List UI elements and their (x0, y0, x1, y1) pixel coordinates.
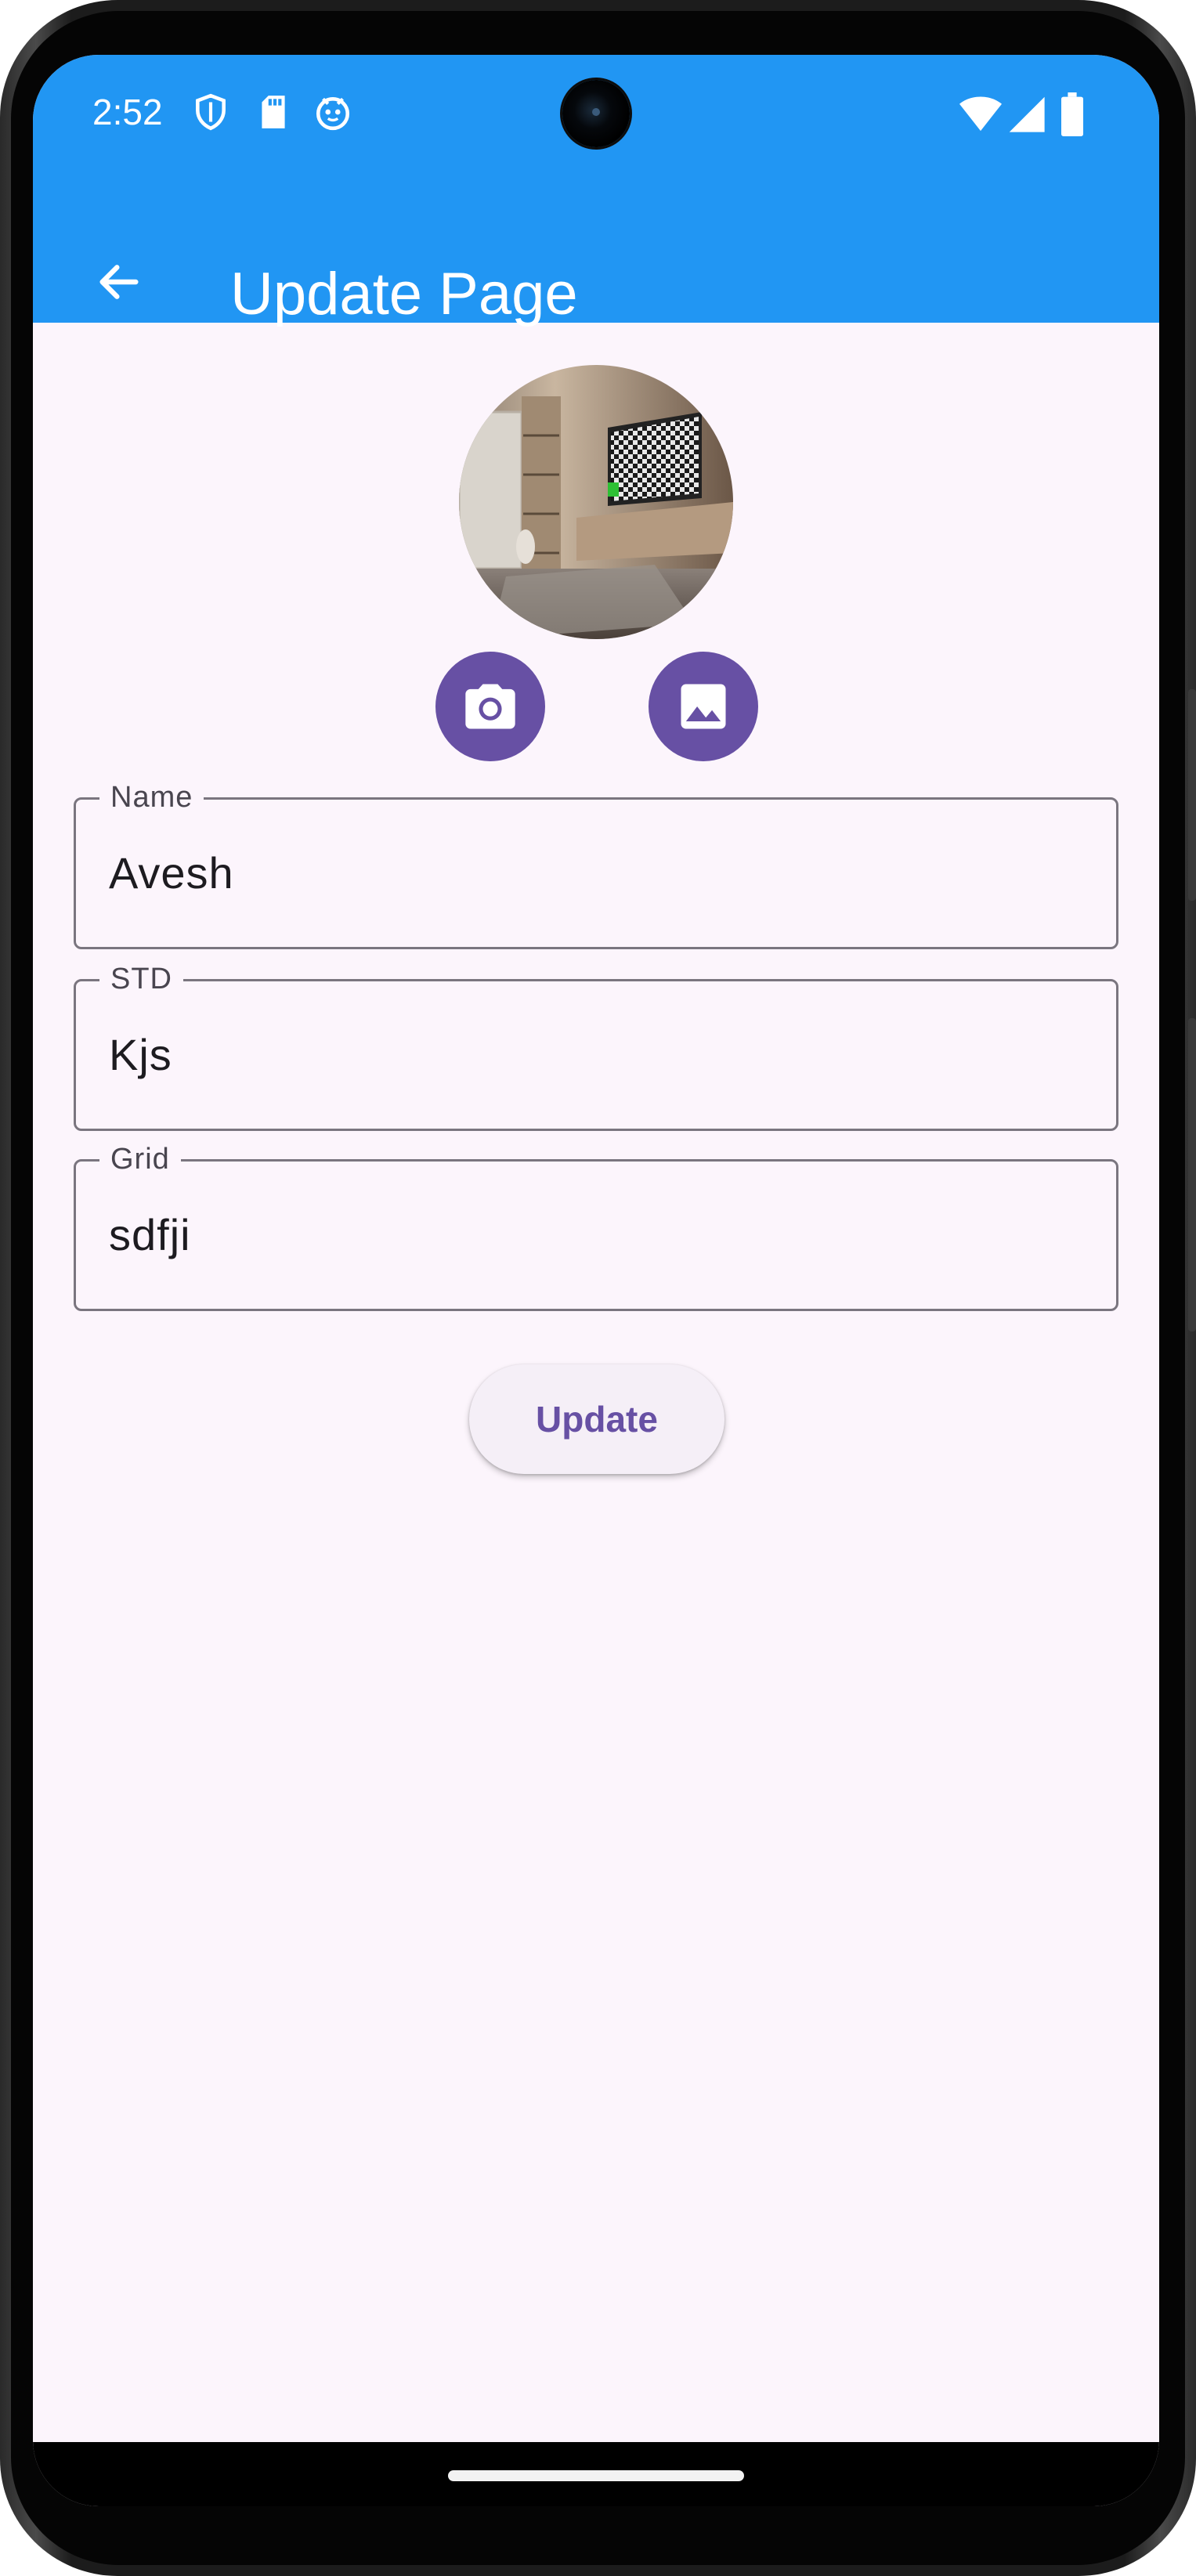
phone-frame: 2:52 Update Page Name Avesh STD Kjs Grid… (0, 0, 1196, 2576)
gallery-button[interactable] (649, 652, 758, 761)
app-notification-icon (313, 92, 352, 132)
gallery-icon (674, 677, 733, 736)
camera-icon (461, 677, 520, 736)
std-field[interactable]: STD Kjs (74, 961, 1118, 1131)
update-button[interactable]: Update (469, 1364, 724, 1474)
grid-field-value: sdfji (109, 1210, 191, 1259)
page-title: Update Page (230, 261, 578, 327)
grid-field[interactable]: Grid sdfji (74, 1141, 1118, 1311)
name-field-label: Name (99, 779, 204, 815)
std-field-value: Kjs (109, 1030, 172, 1079)
navigation-bar (33, 2442, 1159, 2506)
shield-icon (191, 92, 230, 132)
sd-card-icon (254, 92, 293, 132)
arrow-back-icon (94, 257, 144, 307)
std-field-label: STD (99, 961, 183, 997)
status-time: 2:52 (92, 92, 163, 132)
back-button[interactable] (80, 243, 158, 321)
name-field[interactable]: Name Avesh (74, 779, 1118, 949)
screen: 2:52 Update Page Name Avesh STD Kjs Grid… (33, 55, 1159, 2506)
battery-icon (1059, 92, 1086, 136)
app-bar: 2:52 Update Page (33, 55, 1159, 327)
wifi-icon (957, 92, 1004, 135)
front-camera (562, 80, 630, 147)
camera-button[interactable] (435, 652, 545, 761)
grid-field-label: Grid (99, 1141, 181, 1177)
volume-button (1188, 1018, 1196, 1331)
power-button (1188, 689, 1196, 901)
cell-signal-icon (1006, 92, 1046, 135)
profile-photo (459, 365, 733, 639)
home-gesture-handle[interactable] (448, 2470, 744, 2481)
name-field-value: Avesh (109, 848, 234, 898)
